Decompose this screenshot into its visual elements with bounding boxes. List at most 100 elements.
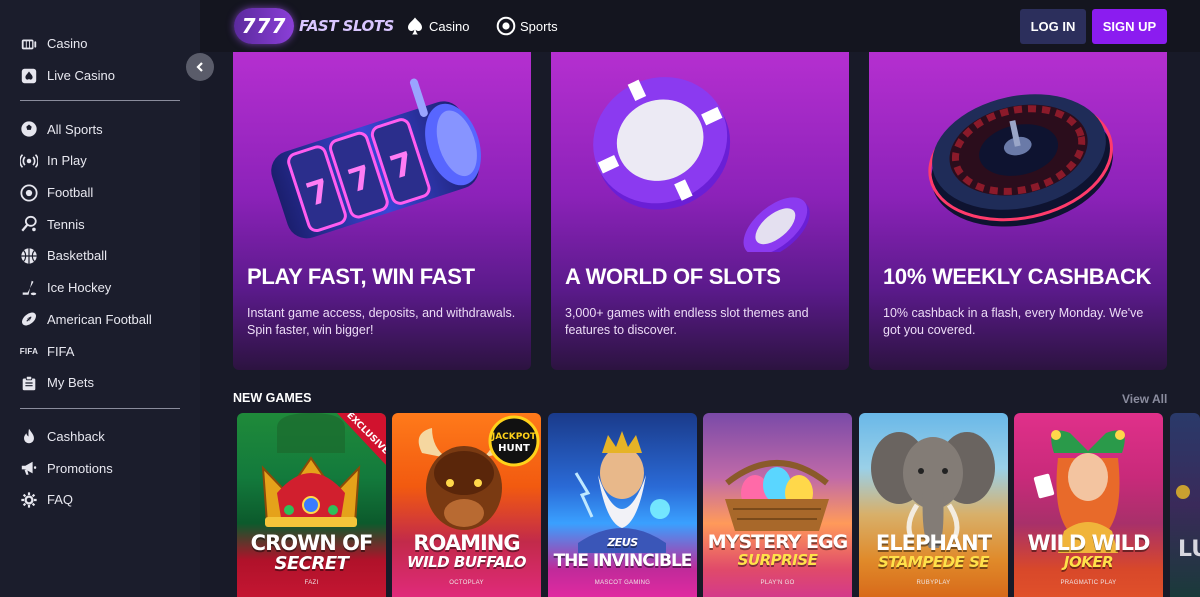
sidebar-item-in-play[interactable]: In Play xyxy=(0,145,200,177)
game-provider: PLAY'N GO xyxy=(760,580,795,586)
game-title-line2: WILD BUFFALO xyxy=(407,553,526,571)
sidebar-item-label: Casino xyxy=(47,36,88,52)
sidebar-item-label: In Play xyxy=(47,153,87,169)
sidebar-item-all-sports[interactable]: All Sports xyxy=(0,113,200,145)
sidebar-item-label: Ice Hockey xyxy=(47,280,112,296)
coin-icon xyxy=(1176,485,1190,499)
promo-text: 10% cashback in a flash, every Monday. W… xyxy=(883,306,1144,337)
sidebar-item-casino[interactable]: Casino xyxy=(0,28,200,60)
promo-text: 3,000+ games with endless slot themes an… xyxy=(565,306,809,337)
sidebar-item-label: Tennis xyxy=(47,216,85,232)
sidebar-divider xyxy=(20,100,180,102)
sidebar-item-label: Cashback xyxy=(47,428,105,444)
sidebar-item-live-casino[interactable]: Live Casino xyxy=(0,60,200,92)
view-all-link[interactable]: View All xyxy=(1122,392,1167,406)
sidebar-item-label: My Bets xyxy=(47,375,94,391)
game-tile-roaming-wild-buffalo[interactable]: JACKPOT HUNT ROAMING WILD BUFFALO OCTOPL… xyxy=(392,413,541,597)
game-title-line1: ZEUS xyxy=(607,536,638,549)
ice-hockey-icon xyxy=(19,278,39,298)
new-games-title: NEW GAMES xyxy=(233,391,312,405)
site-logo[interactable]: 777 FAST SLOTS xyxy=(234,8,394,44)
game-tile-partial[interactable]: LU xyxy=(1170,413,1200,597)
fifa-icon: FIFA xyxy=(19,341,39,361)
game-title-line1: ELEPHANT xyxy=(875,531,992,555)
game-title-line2: THE INVINCIBLE xyxy=(553,551,693,571)
game-tile-wild-wild-joker[interactable]: WILD WILD JOKER PRAGMATIC PLAY xyxy=(1014,413,1163,597)
game-title-line2: SURPRISE xyxy=(737,551,818,569)
login-button[interactable]: LOG IN xyxy=(1020,9,1086,44)
logo-badge: 777 xyxy=(234,8,294,44)
nav-casino[interactable]: Casino xyxy=(405,16,469,36)
game-title-line1: CROWN OF xyxy=(250,531,374,555)
fifa-badge: FIFA xyxy=(19,346,39,356)
promo-title: PLAY FAST, WIN FAST xyxy=(247,264,475,289)
promo-title: 10% WEEKLY CASHBACK xyxy=(883,264,1152,289)
svg-text:JACKPOT: JACKPOT xyxy=(491,432,537,442)
in-play-icon xyxy=(19,151,39,171)
faq-icon xyxy=(19,490,39,510)
sidebar-item-ice-hockey[interactable]: Ice Hockey xyxy=(0,272,200,304)
chevron-left-icon xyxy=(196,62,203,72)
sidebar-item-label: Live Casino xyxy=(47,68,115,84)
football-icon xyxy=(19,183,39,203)
sidebar-item-faq[interactable]: FAQ xyxy=(0,484,200,516)
american-football-icon xyxy=(19,309,39,329)
slot-reel-icon: 7 7 7 xyxy=(271,78,481,239)
promo-card-world-of-slots[interactable]: A WORLD OF SLOTS 3,000+ games with endle… xyxy=(551,52,849,370)
signup-button[interactable]: SIGN UP xyxy=(1092,9,1167,44)
sidebar: Casino Live Casino All Sports In Play Fo… xyxy=(0,0,200,597)
promotions-icon xyxy=(19,458,39,478)
sidebar-item-my-bets[interactable]: My Bets xyxy=(0,367,200,399)
game-title-line2: SECRET xyxy=(274,553,349,574)
game-tile-zeus-the-invincible[interactable]: ZEUS THE INVINCIBLE MASCOT GAMING xyxy=(548,413,697,597)
casino-chips-icon xyxy=(593,77,810,252)
all-sports-icon xyxy=(19,119,39,139)
promo-title: A WORLD OF SLOTS xyxy=(565,264,781,289)
game-tile-elephant-stampede-se[interactable]: ELEPHANT STAMPEDE SE RUBYPLAY xyxy=(859,413,1008,597)
game-tile-mystery-egg-surprise[interactable]: MYSTERY EGG SURPRISE PLAY'N GO xyxy=(703,413,852,597)
sidebar-item-label: Promotions xyxy=(47,460,113,476)
sidebar-item-tennis[interactable]: Tennis xyxy=(0,208,200,240)
tennis-icon xyxy=(19,214,39,234)
live-casino-icon xyxy=(19,66,39,86)
game-provider: FAZI xyxy=(304,580,319,586)
cashback-icon xyxy=(19,426,39,446)
promo-text: Instant game access, deposits, and withd… xyxy=(247,306,516,337)
game-provider: OCTOPLAY xyxy=(449,580,484,586)
sidebar-item-promotions[interactable]: Promotions xyxy=(0,452,200,484)
promo-card-weekly-cashback[interactable]: 10% WEEKLY CASHBACK 10% cashback in a fl… xyxy=(869,52,1167,370)
game-title-line1: WILD WILD xyxy=(1027,531,1151,555)
basketball-icon xyxy=(19,246,39,266)
sidebar-divider xyxy=(20,407,180,409)
logo-text: FAST SLOTS xyxy=(299,17,394,35)
sidebar-item-basketball[interactable]: Basketball xyxy=(0,240,200,272)
sidebar-item-american-football[interactable]: American Football xyxy=(0,304,200,336)
soccer-ball-icon xyxy=(496,16,516,36)
roulette-wheel-icon xyxy=(928,94,1113,227)
nav-sports-label: Sports xyxy=(520,18,558,34)
game-title-line2: JOKER xyxy=(1063,553,1114,571)
sidebar-item-label: American Football xyxy=(47,311,152,327)
nav-casino-label: Casino xyxy=(429,18,470,34)
sidebar-item-cashback[interactable]: Cashback xyxy=(0,421,200,453)
sidebar-item-label: All Sports xyxy=(47,121,103,137)
game-provider: PRAGMATIC PLAY xyxy=(1060,580,1117,586)
game-title-partial: LU xyxy=(1178,537,1200,562)
game-title-line2: STAMPEDE SE xyxy=(877,553,990,571)
sidebar-collapse-button[interactable] xyxy=(186,53,214,81)
sidebar-item-label: FIFA xyxy=(47,343,75,359)
game-provider: RUBYPLAY xyxy=(916,580,951,586)
sidebar-item-label: Basketball xyxy=(47,248,107,264)
casino-icon xyxy=(19,34,39,54)
promo-card-play-fast[interactable]: 7 7 7 PLAY FAST, WIN FAST Instant game a… xyxy=(233,52,531,370)
sidebar-item-football[interactable]: Football xyxy=(0,177,200,209)
nav-sports[interactable]: Sports xyxy=(496,16,558,36)
game-title-line1: MYSTERY EGG xyxy=(707,531,848,553)
game-tile-crown-of-secret[interactable]: EXCLUSIVE CROWN OF SECRET FAZI xyxy=(237,413,386,597)
spade-icon xyxy=(408,17,422,35)
sidebar-item-fifa[interactable]: FIFA FIFA xyxy=(0,335,200,367)
top-bar: 777 FAST SLOTS Casino Sports LOG IN SIGN… xyxy=(200,0,1200,52)
egg-basket-icon xyxy=(725,460,829,531)
game-title-line1: ROAMING xyxy=(413,531,520,555)
my-bets-icon xyxy=(19,373,39,393)
